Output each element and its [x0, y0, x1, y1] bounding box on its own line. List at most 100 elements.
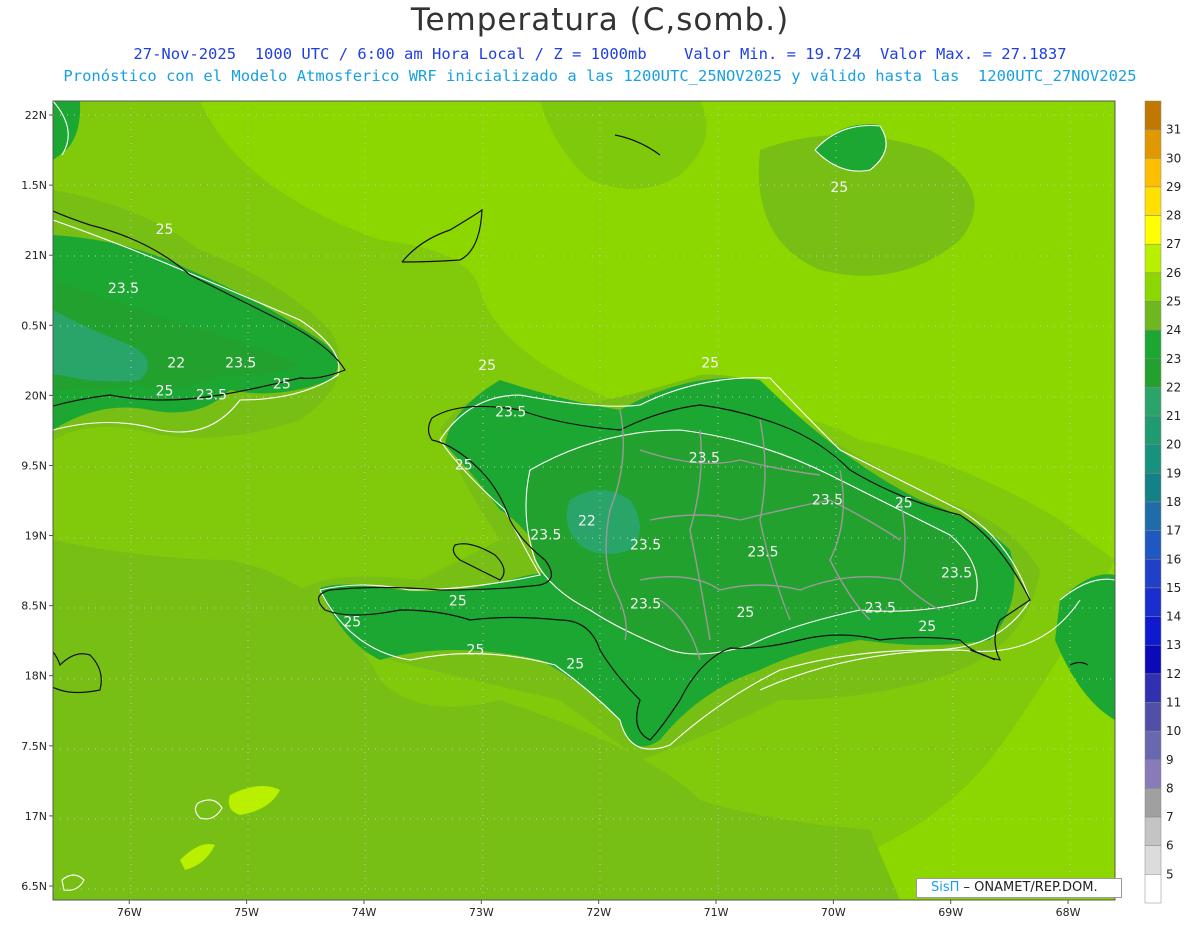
colorbar-swatch [1144, 158, 1162, 188]
lat-tick-label: 0.5N [21, 319, 47, 332]
colorbar-label: 17 [1166, 524, 1181, 538]
colorbar-swatch [1144, 845, 1162, 875]
lat-tick-label: 7.5N [21, 740, 47, 753]
colorbar-swatch [1144, 730, 1162, 761]
contour-label: 25 [156, 222, 174, 238]
colorbar-label: 23 [1166, 352, 1181, 366]
colorbar-swatch [1144, 759, 1162, 789]
lon-tick-label: 73W [469, 906, 494, 919]
colorbar-swatch [1144, 530, 1162, 560]
contour-label: 25 [566, 657, 584, 673]
latitude-axis: 22N 1.5N 21N 0.5N 20N 9.5N 19N 8.5N 18N 7.5N 17N 6.… [21, 109, 53, 893]
colorbar-label: 11 [1166, 696, 1181, 710]
lat-tick-label: 17N [25, 810, 47, 823]
colorbar-swatch [1144, 100, 1162, 130]
contour-label: 22 [578, 514, 596, 530]
colorbar-label: 12 [1166, 667, 1181, 681]
colorbar-label: 13 [1166, 638, 1181, 652]
colorbar-label: 26 [1166, 266, 1181, 280]
contour-label: 25 [343, 615, 361, 631]
contour-label: 23.5 [530, 528, 561, 544]
contour-label: 25 [467, 643, 485, 659]
lon-tick-label: 68W [1056, 906, 1081, 919]
contour-label: 23.5 [196, 388, 227, 404]
sispi-logo: SisΠ [931, 880, 960, 895]
colorbar-swatch [1144, 444, 1162, 474]
contour-label: 25 [895, 496, 913, 512]
colorbar-swatch [1144, 874, 1162, 904]
colorbar-label: 19 [1166, 466, 1181, 480]
contour-label: 23.5 [865, 601, 896, 617]
contour-label: 25 [701, 355, 719, 371]
contour-label: 25 [478, 358, 496, 374]
colorbar-label: 16 [1166, 552, 1181, 566]
colorbar-swatch [1144, 702, 1162, 732]
colorbar-label: 27 [1166, 237, 1181, 251]
contour-label: 23.5 [630, 538, 661, 554]
lon-tick-label: 72W [586, 906, 611, 919]
lon-tick-label: 69W [938, 906, 963, 919]
lat-tick-label: 19N [25, 530, 47, 543]
lat-tick-label: 21N [25, 249, 47, 262]
colorbar-label: 20 [1166, 438, 1181, 452]
lon-tick-label: 74W [352, 906, 377, 919]
lat-tick-label: 22N [25, 109, 47, 122]
credit-text: – ONAMET/REP.DOM. [959, 880, 1098, 895]
contour-label: 23.5 [941, 566, 972, 582]
colorbar-swatch [1144, 587, 1162, 617]
colorbar-swatch [1144, 616, 1162, 646]
lat-tick-label: 6.5N [21, 880, 47, 893]
colorbar-label: 8 [1166, 781, 1174, 795]
colorbar-label: 18 [1166, 495, 1181, 509]
contour-label: 25 [736, 605, 754, 621]
colorbar-swatch [1144, 387, 1162, 417]
colorbar-label: 24 [1166, 323, 1181, 337]
longitude-axis: 76W 75W 74W 73W 72W 71W 70W 69W 68W [117, 900, 1081, 919]
contour-label: 23.5 [108, 281, 139, 297]
contour-label: 23.5 [495, 404, 526, 420]
lon-tick-label: 75W [234, 906, 259, 919]
colorbar-label: 14 [1166, 610, 1181, 624]
lon-tick-label: 76W [117, 906, 142, 919]
lat-tick-label: 18N [25, 670, 47, 683]
contour-label: 25 [918, 619, 936, 635]
colorbar-label: 22 [1166, 380, 1181, 394]
contour-label: 23.5 [689, 451, 720, 467]
colorbar-swatch [1144, 415, 1162, 445]
contour-label: 23.5 [225, 355, 256, 371]
lon-tick-label: 70W [821, 906, 846, 919]
lat-tick-label: 8.5N [21, 600, 47, 613]
colorbar-swatch [1144, 788, 1162, 818]
lon-tick-label: 71W [704, 906, 729, 919]
temperature-map: 25 23.5 22 23.5 25 23.5 25 25 23.5 25 23.5 22 23.5 25… [21, 100, 1181, 919]
colorbar-swatch [1144, 473, 1162, 503]
colorbar-swatch [1144, 673, 1162, 703]
colorbar-label: 6 [1166, 839, 1174, 853]
lat-tick-label: 1.5N [21, 179, 47, 192]
colorbar-label: 21 [1166, 409, 1181, 423]
colorbar-swatch [1144, 644, 1162, 675]
colorbar-swatch [1144, 358, 1162, 388]
lat-tick-label: 20N [25, 389, 47, 402]
colorbar-swatch [1144, 816, 1162, 846]
colorbar-swatch [1144, 329, 1162, 360]
contour-label: 22 [167, 355, 185, 371]
contour-label: 25 [273, 376, 291, 392]
colorbar-label: 10 [1166, 724, 1181, 738]
contour-label: 23.5 [630, 596, 661, 612]
colorbar-swatch [1144, 559, 1162, 589]
colorbar: 31 30 29 28 27 26 25 24 23 22 21 20 19 18 17 16 15 14 13 12… [1144, 100, 1181, 904]
contour-label: 25 [156, 383, 174, 399]
colorbar-label: 5 [1166, 867, 1174, 881]
colorbar-label: 28 [1166, 209, 1181, 223]
lat-tick-label: 9.5N [21, 459, 47, 472]
colorbar-swatch [1144, 243, 1162, 274]
temperature-field: 25 23.5 22 23.5 25 23.5 25 25 23.5 25 23.5 22 23.5 25… [53, 101, 1115, 900]
colorbar-label: 29 [1166, 180, 1181, 194]
contour-label: 25 [455, 458, 473, 474]
colorbar-swatch [1144, 129, 1162, 159]
colorbar-swatch [1144, 301, 1162, 331]
colorbar-label: 15 [1166, 581, 1181, 595]
colorbar-swatch [1144, 272, 1162, 302]
colorbar-swatch [1144, 186, 1162, 216]
